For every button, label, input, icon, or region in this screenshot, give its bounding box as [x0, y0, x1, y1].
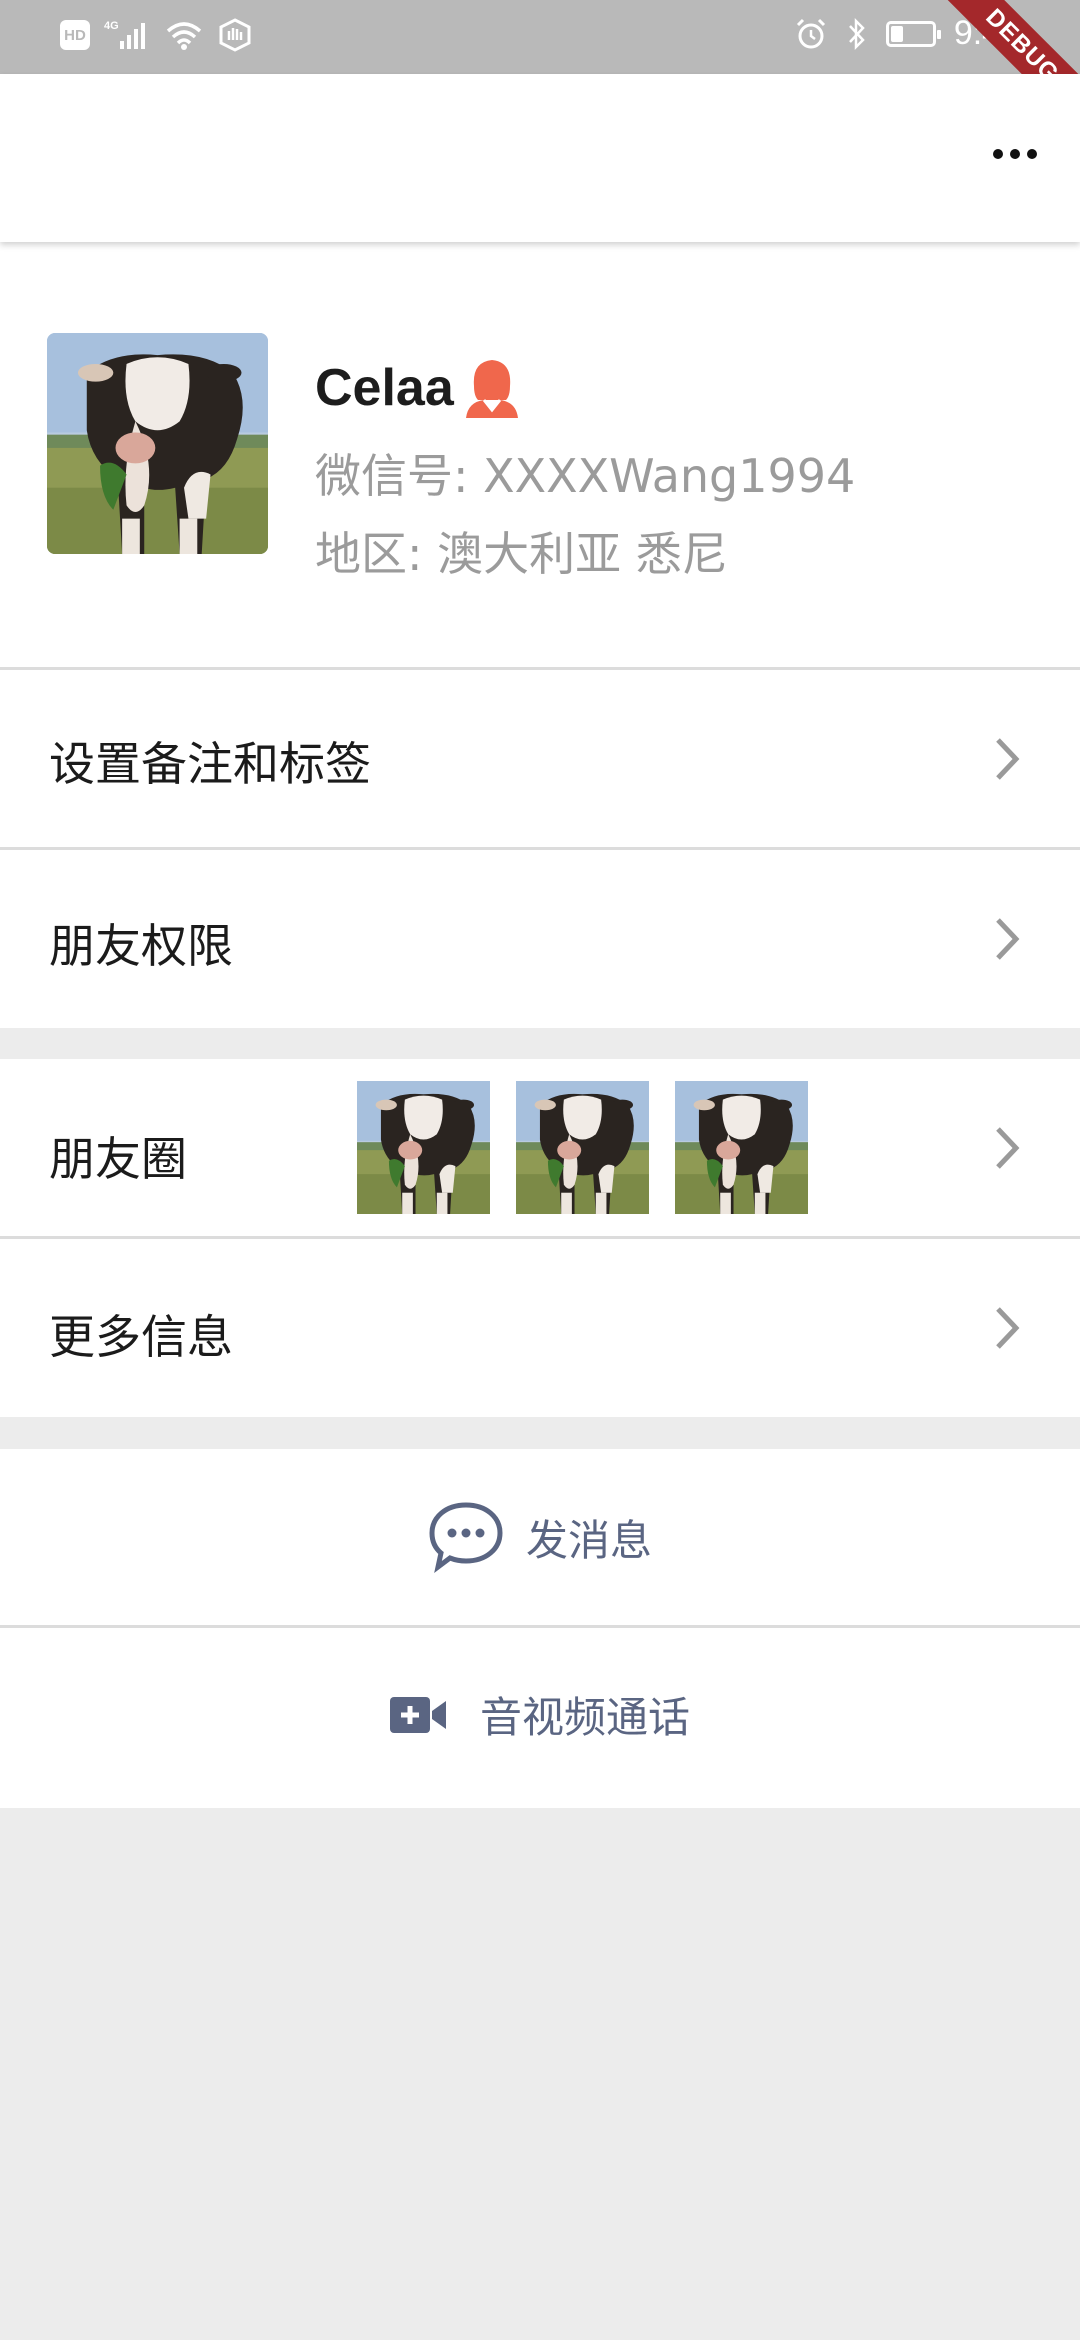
moments-thumbnail: [357, 1081, 490, 1214]
app-bar: [0, 74, 1080, 242]
chevron-right-icon: [996, 1307, 1020, 1349]
remark-tags-row[interactable]: 设置备注和标签: [0, 670, 1080, 847]
video-camera-icon: [389, 1696, 446, 1733]
friend-permissions-label: 朋友权限: [49, 919, 233, 973]
video-call-button[interactable]: 音视频通话: [0, 1628, 1080, 1808]
more-info-label: 更多信息: [49, 1310, 233, 1364]
video-call-content: 音视频通话: [0, 1684, 1080, 1745]
more-info-row[interactable]: 更多信息: [0, 1239, 1080, 1417]
more-dot: [1010, 149, 1020, 159]
more-button[interactable]: [980, 124, 1050, 184]
chevron-right-icon: [996, 918, 1020, 960]
avatar[interactable]: [47, 333, 268, 554]
chevron-right-icon: [996, 1127, 1020, 1169]
status-bar: HD 4G 9:43 DEB: [0, 0, 1080, 74]
status-left: HD 4G: [60, 18, 252, 52]
moments-row[interactable]: 朋友圈: [0, 1059, 1080, 1236]
signal-icon: 4G: [104, 20, 145, 49]
wechat-id: 微信号: XXXXWang1994: [315, 449, 856, 503]
send-message-content: 发消息: [0, 1501, 1080, 1573]
female-icon: [465, 360, 518, 418]
profile-name: Celaa: [315, 359, 454, 417]
alarm-icon: [796, 18, 825, 48]
name-row: Celaa: [315, 356, 522, 420]
more-dot: [1027, 149, 1037, 159]
network-label: 4G: [104, 20, 119, 32]
chat-bubble-icon: [429, 1502, 503, 1573]
battery-icon: [885, 20, 941, 47]
profile-header: Celaa 微信号: XXXXWang1994 地区: 澳大利亚 悉尼: [0, 242, 1080, 667]
send-message-button[interactable]: 发消息: [0, 1449, 1080, 1625]
hd-badge: HD: [60, 20, 90, 50]
bluetooth-icon: [848, 17, 865, 50]
chevron-right-icon: [996, 738, 1020, 780]
hand-shield-icon: [219, 18, 251, 52]
battery-level: [890, 25, 903, 42]
moments-thumbnail: [516, 1081, 649, 1214]
remark-tags-label: 设置备注和标签: [49, 737, 371, 791]
wifi-icon: [166, 22, 202, 50]
region: 地区: 澳大利亚 悉尼: [315, 527, 728, 581]
send-message-label: 发消息: [525, 1515, 652, 1565]
moments-thumbnail: [675, 1081, 808, 1214]
moments-label: 朋友圈: [49, 1132, 187, 1186]
avatar-image: [47, 333, 268, 554]
video-call-label: 音视频通话: [479, 1693, 690, 1742]
friend-permissions-row[interactable]: 朋友权限: [0, 850, 1080, 1028]
more-dot: [993, 149, 1003, 159]
